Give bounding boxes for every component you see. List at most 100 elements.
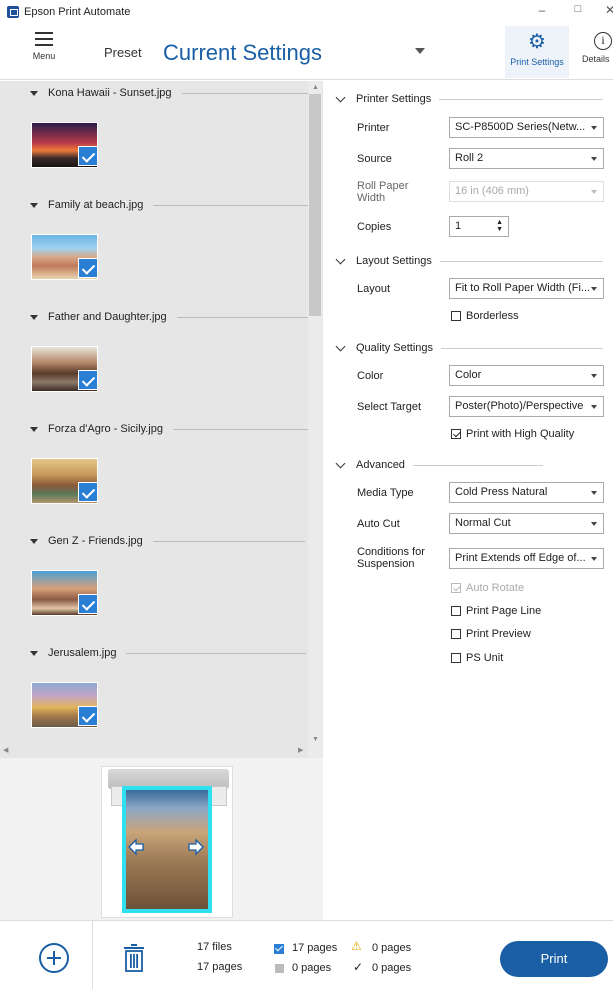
collapse-triangle-icon[interactable]	[30, 538, 38, 544]
copies-label: Copies	[357, 221, 392, 233]
list-item[interactable]: Gen Z - Friends.jpg	[0, 529, 323, 641]
divider	[439, 98, 603, 100]
collapse-triangle-icon[interactable]	[30, 202, 38, 208]
scroll-down-icon[interactable]: ▼	[312, 736, 319, 743]
list-item[interactable]: Father and Daughter.jpg	[0, 305, 323, 417]
file-group-header: Forza d'Agro - Sicily.jpg	[30, 423, 315, 435]
stepper-arrows-icon[interactable]: ▲ ▼	[496, 219, 503, 233]
collapse-triangle-icon[interactable]	[30, 314, 38, 320]
print-preview-checkbox[interactable]: Print Preview	[451, 628, 531, 640]
header: Menu Preset Current Settings ⚙ Print Set…	[0, 23, 613, 80]
layout-settings-section[interactable]: Layout Settings	[335, 254, 603, 267]
checkbox-selected-icon[interactable]	[78, 482, 98, 502]
divider	[439, 260, 603, 262]
next-arrow-icon[interactable]	[187, 838, 205, 856]
trash-icon[interactable]	[122, 943, 146, 973]
ps-unit-checkbox[interactable]: PS Unit	[451, 652, 503, 664]
checkbox-icon	[451, 653, 461, 663]
high-quality-label: Print with High Quality	[466, 428, 575, 440]
borderless-checkbox[interactable]: Borderless	[451, 310, 519, 322]
list-item[interactable]: Jerusalem.jpg	[0, 641, 323, 753]
suspension-label: Conditions for Suspension	[357, 546, 425, 570]
files-count: 17 files	[197, 941, 232, 953]
divider	[92, 921, 93, 989]
file-name: Gen Z - Friends.jpg	[48, 535, 143, 547]
auto-cut-select[interactable]: Normal Cut	[449, 513, 604, 534]
collapse-triangle-icon[interactable]	[30, 426, 38, 432]
divider	[176, 316, 315, 318]
tab-print-settings[interactable]: ⚙ Print Settings	[505, 26, 569, 78]
chevron-down-icon	[335, 341, 346, 352]
chevron-down-icon[interactable]	[415, 48, 425, 54]
hamburger-icon	[35, 32, 53, 46]
list-item[interactable]: Forza d'Agro - Sicily.jpg	[0, 417, 323, 529]
file-group-header: Family at beach.jpg	[30, 199, 316, 211]
checkbox-selected-icon[interactable]	[78, 370, 98, 390]
advanced-section[interactable]: Advanced	[335, 458, 603, 471]
menu-label: Menu	[32, 51, 56, 61]
file-group-header: Gen Z - Friends.jpg	[30, 535, 305, 547]
quality-settings-section[interactable]: Quality Settings	[335, 341, 603, 354]
menu-button[interactable]: Menu	[24, 32, 64, 72]
layout-select[interactable]: Fit to Roll Paper Width (Fi...	[449, 278, 604, 299]
list-item[interactable]: Kona Hawaii - Sunset.jpg	[0, 81, 323, 193]
minimize-button[interactable]: –	[530, 3, 554, 17]
tab-details[interactable]: i Details	[574, 26, 613, 78]
divider	[181, 92, 314, 94]
epson-app-icon	[7, 5, 19, 18]
preset-label: Preset	[104, 45, 142, 60]
roll-width-select: 16 in (406 mm)	[449, 181, 604, 202]
color-select[interactable]: Color	[449, 365, 604, 386]
chevron-down-icon	[335, 254, 346, 265]
previous-arrow-icon[interactable]	[127, 838, 145, 856]
copies-stepper[interactable]: 1 ▲ ▼	[449, 216, 509, 237]
print-button[interactable]: Print	[500, 941, 608, 977]
collapse-triangle-icon[interactable]	[30, 90, 38, 96]
pages-count: 17 pages	[197, 961, 243, 973]
horizontal-scrollbar[interactable]	[12, 745, 308, 757]
scroll-up-icon[interactable]: ▲	[312, 84, 319, 91]
collapse-triangle-icon[interactable]	[30, 650, 38, 656]
file-group-header: Father and Daughter.jpg	[30, 311, 315, 323]
scroll-right-icon[interactable]: ▶	[298, 746, 303, 754]
media-type-label: Media Type	[357, 487, 414, 499]
printer-settings-section[interactable]: Printer Settings	[335, 92, 603, 105]
file-group-header: Jerusalem.jpg	[30, 647, 307, 659]
maximize-button[interactable]: □	[566, 3, 590, 15]
checkbox-checked-icon	[451, 583, 461, 593]
add-file-button[interactable]	[39, 943, 69, 973]
color-label: Color	[357, 370, 384, 382]
media-type-select[interactable]: Cold Press Natural	[449, 482, 604, 503]
divider	[126, 652, 307, 654]
ps-unit-label: PS Unit	[466, 652, 504, 664]
source-select[interactable]: Roll 2	[449, 148, 604, 169]
suspension-select[interactable]: Print Extends off Edge of...	[449, 548, 604, 569]
gray-pages: 0 pages	[292, 962, 332, 974]
checkbox-icon	[451, 606, 461, 616]
done-pages: 0 pages	[372, 962, 412, 974]
print-page-line-checkbox[interactable]: Print Page Line	[451, 605, 541, 617]
scroll-left-icon[interactable]: ◀	[3, 746, 8, 754]
checkbox-selected-icon[interactable]	[78, 258, 98, 278]
printer-select[interactable]: SC-P8500D Series(Netw...	[449, 117, 604, 138]
settings-panel: Printer Settings Printer SC-P8500D Serie…	[323, 81, 613, 920]
copies-value: 1	[455, 220, 462, 232]
tab-print-settings-label: Print Settings	[510, 57, 564, 67]
auto-cut-label: Auto Cut	[357, 518, 400, 530]
checkbox-selected-icon[interactable]	[78, 146, 98, 166]
file-name: Family at beach.jpg	[48, 199, 144, 211]
page-line-label: Print Page Line	[466, 605, 542, 617]
file-name: Father and Daughter.jpg	[48, 311, 167, 323]
target-select[interactable]: Poster(Photo)/Perspective	[449, 396, 604, 417]
checkbox-selected-icon[interactable]	[78, 594, 98, 614]
high-quality-checkbox[interactable]: Print with High Quality	[451, 428, 574, 440]
checkbox-icon	[451, 629, 461, 639]
list-item[interactable]: Family at beach.jpg	[0, 193, 323, 305]
auto-rotate-checkbox: Auto Rotate	[451, 582, 524, 594]
checkmark-icon: ✓	[353, 960, 364, 974]
scrollbar-thumb[interactable]	[309, 94, 321, 316]
checkbox-selected-icon[interactable]	[78, 706, 98, 726]
borderless-label: Borderless	[466, 310, 519, 322]
close-button[interactable]: ✕	[598, 3, 613, 17]
preset-dropdown[interactable]: Current Settings	[163, 40, 322, 66]
